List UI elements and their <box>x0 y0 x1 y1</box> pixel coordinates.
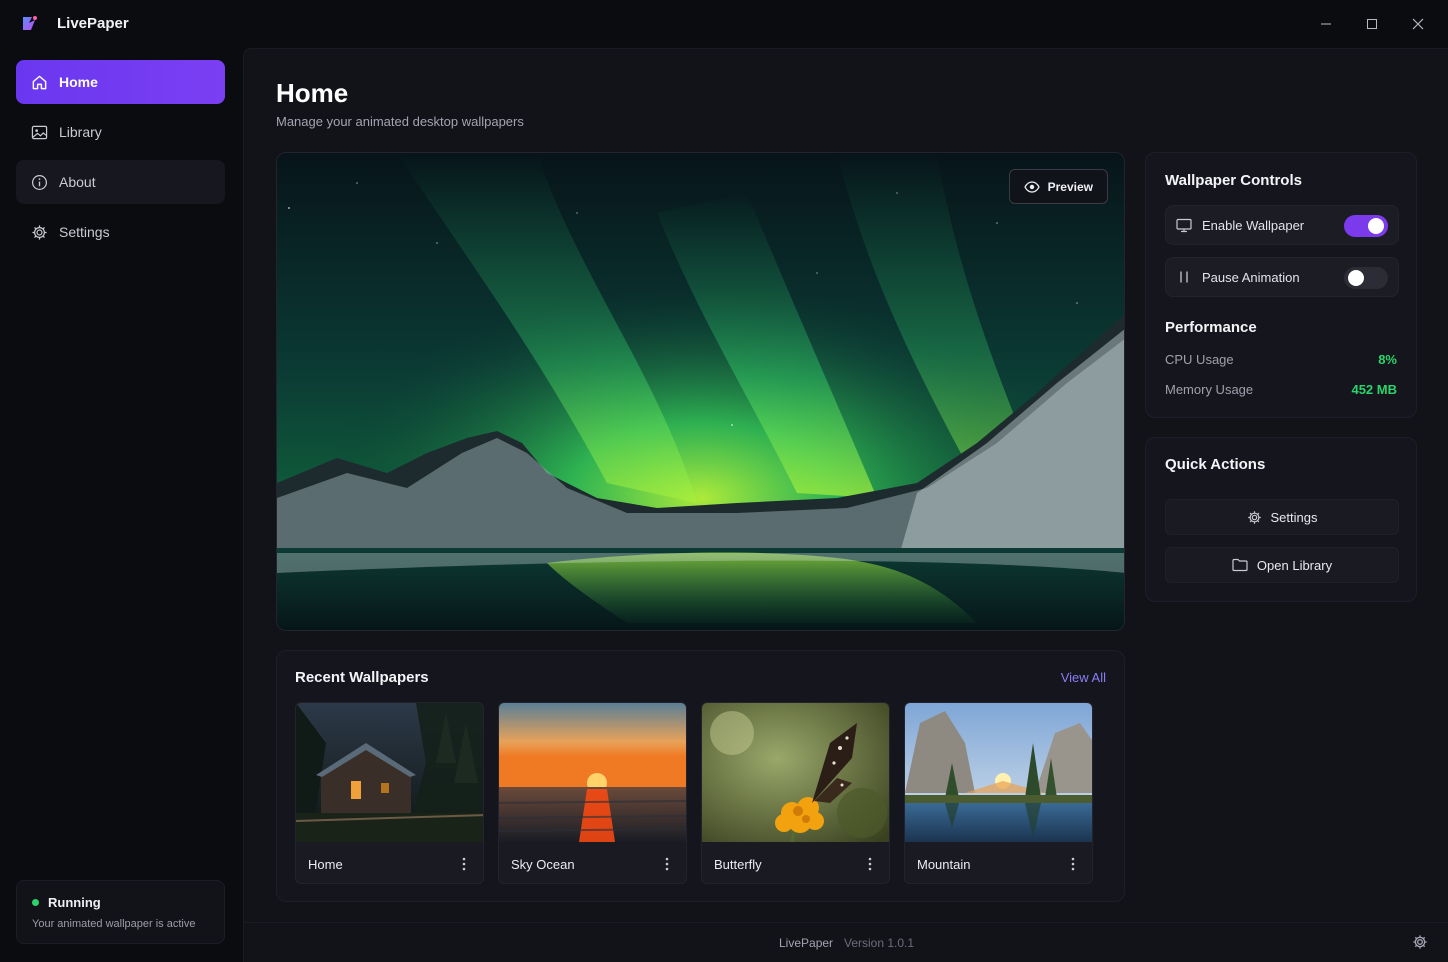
wallpaper-name: Mountain <box>917 857 971 872</box>
status-subtitle: Your animated wallpaper is active <box>32 918 196 930</box>
footer-version: Version 1.0.1 <box>844 936 915 950</box>
more-options-button[interactable] <box>660 855 674 873</box>
recent-wallpapers-section: Recent Wallpapers View All Home Sky Ocea… <box>276 650 1125 902</box>
close-icon <box>1412 18 1424 30</box>
sidebar-item-label: Library <box>59 124 102 140</box>
aurora-wallpaper-image <box>277 153 1124 630</box>
view-all-link[interactable]: View All <box>1061 670 1106 685</box>
sidebar-item-settings[interactable]: Settings <box>16 210 225 254</box>
kebab-menu-icon <box>462 857 466 871</box>
wallpaper-controls-card: Wallpaper Controls Enable Wallpaper Paus… <box>1145 152 1417 418</box>
controls-title: Wallpaper Controls <box>1165 172 1302 189</box>
title-bar: LivePaper <box>0 0 1448 48</box>
sidebar-item-label: Settings <box>59 224 110 240</box>
wallpaper-name: Home <box>308 857 343 872</box>
pause-icon <box>1176 269 1192 285</box>
wallpaper-preview[interactable]: Preview <box>276 152 1125 631</box>
image-icon <box>30 123 48 141</box>
mountain-lake-thumbnail <box>905 703 1092 842</box>
toggle-knob <box>1348 270 1364 286</box>
sidebar-item-home[interactable]: Home <box>16 60 225 104</box>
page-title: Home <box>276 78 349 108</box>
sidebar-item-library[interactable]: Library <box>16 110 225 154</box>
page-subtitle: Manage your animated desktop wallpapers <box>276 114 524 129</box>
sidebar: Home Library About Settings Running Your… <box>0 48 242 962</box>
wallpaper-name: Sky Ocean <box>511 857 575 872</box>
settings-button-label: Settings <box>1270 509 1318 525</box>
enable-wallpaper-toggle[interactable] <box>1344 215 1388 237</box>
enable-wallpaper-label: Enable Wallpaper <box>1202 217 1305 233</box>
memory-usage-label: Memory Usage <box>1165 382 1254 397</box>
butterfly-thumbnail <box>702 703 889 842</box>
eye-icon <box>1023 180 1040 193</box>
cabin-forest-thumbnail <box>296 703 483 842</box>
footer: LivePaper Version 1.0.1 <box>244 922 1448 962</box>
status-title: Running <box>48 895 101 910</box>
wallpaper-card-mountain[interactable]: Mountain <box>904 702 1093 884</box>
kebab-menu-icon <box>665 857 669 871</box>
app-logo-icon <box>23 16 37 30</box>
info-icon <box>30 173 48 191</box>
app-name: LivePaper <box>57 15 129 32</box>
cpu-usage-label: CPU Usage <box>1165 352 1234 367</box>
folder-icon <box>1232 558 1248 572</box>
kebab-menu-icon <box>1071 857 1075 871</box>
wallpaper-card-sky-ocean[interactable]: Sky Ocean <box>498 702 687 884</box>
main-panel: Home Manage your animated desktop wallpa… <box>243 48 1448 962</box>
quick-actions-card: Quick Actions Settings Open Library <box>1145 437 1417 602</box>
wallpaper-card-home[interactable]: Home <box>295 702 484 884</box>
footer-settings-icon[interactable] <box>1412 934 1428 950</box>
cpu-usage-value: 8% <box>1378 352 1397 367</box>
more-options-button[interactable] <box>1066 855 1080 873</box>
gear-icon <box>30 223 48 241</box>
sidebar-item-about[interactable]: About <box>16 160 225 204</box>
quick-actions-title: Quick Actions <box>1165 456 1266 473</box>
memory-usage-value: 452 MB <box>1351 382 1397 397</box>
open-library-button[interactable]: Open Library <box>1165 547 1399 583</box>
recent-wallpapers-title: Recent Wallpapers <box>295 669 429 686</box>
preview-label: Preview <box>1047 179 1093 194</box>
settings-button[interactable]: Settings <box>1165 499 1399 535</box>
home-icon <box>30 73 48 91</box>
pause-animation-toggle[interactable] <box>1344 267 1388 289</box>
footer-app-name: LivePaper <box>779 936 834 950</box>
open-library-label: Open Library <box>1256 557 1333 573</box>
preview-button[interactable]: Preview <box>1008 169 1108 204</box>
maximize-button[interactable] <box>1360 12 1384 36</box>
enable-wallpaper-row: Enable Wallpaper <box>1165 205 1399 245</box>
gear-icon <box>1247 510 1262 525</box>
toggle-knob <box>1368 218 1384 234</box>
status-card: Running Your animated wallpaper is activ… <box>16 880 225 944</box>
wallpaper-name: Butterfly <box>714 857 762 872</box>
minimize-icon <box>1321 23 1331 25</box>
more-options-button[interactable] <box>863 855 877 873</box>
sidebar-item-label: Home <box>59 74 98 90</box>
wallpaper-card-butterfly[interactable]: Butterfly <box>701 702 890 884</box>
monitor-icon <box>1176 217 1192 233</box>
maximize-icon <box>1367 19 1377 29</box>
sidebar-item-label: About <box>59 174 96 190</box>
status-indicator <box>32 899 39 906</box>
kebab-menu-icon <box>868 857 872 871</box>
minimize-button[interactable] <box>1314 12 1338 36</box>
pause-animation-row: Pause Animation <box>1165 257 1399 297</box>
sky-ocean-thumbnail <box>499 703 686 842</box>
more-options-button[interactable] <box>457 855 471 873</box>
performance-title: Performance <box>1165 319 1257 336</box>
close-button[interactable] <box>1406 12 1430 36</box>
pause-animation-label: Pause Animation <box>1202 269 1300 285</box>
